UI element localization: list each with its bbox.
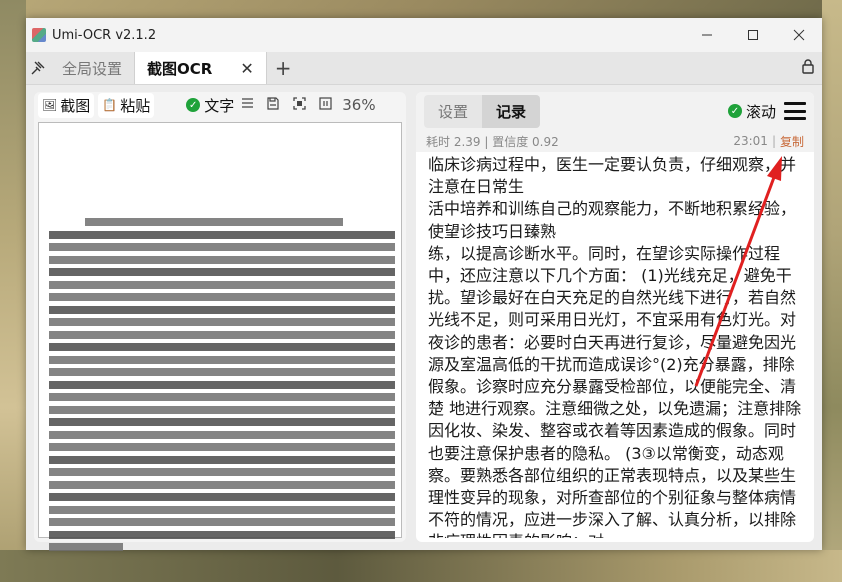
image-toolbar: 🖼 截图 📋 粘贴 ✓ 文字 36% <box>34 92 406 118</box>
app-window: Umi-OCR v2.1.2 全局设置 截图OCR ✕ + 🖼 截图 📋 粘贴 … <box>26 18 822 551</box>
screenshot-button[interactable]: 🖼 截图 <box>38 92 95 118</box>
result-meta: 耗时 2.39 | 置信度 0.92 23:01 | 复制 <box>416 130 814 152</box>
result-time: 23:01 <box>733 134 768 148</box>
image-icon: 🖼 <box>42 98 58 112</box>
paste-label: 粘贴 <box>120 96 151 115</box>
original-size-icon <box>319 96 332 110</box>
close-icon <box>793 29 805 41</box>
scan-text-line <box>49 518 395 526</box>
tab-global-settings[interactable]: 全局设置 <box>50 52 134 84</box>
list-button[interactable] <box>234 97 260 113</box>
scan-text-line <box>49 530 395 539</box>
original-size-button[interactable] <box>312 96 338 114</box>
scan-text-line <box>49 368 395 376</box>
scan-text-line <box>49 393 395 401</box>
screenshot-label: 截图 <box>60 96 91 115</box>
fit-button[interactable] <box>286 96 312 114</box>
scan-text-line <box>49 280 395 289</box>
tab-settings[interactable]: 设置 <box>424 95 482 128</box>
paste-button[interactable]: 📋 粘贴 <box>98 92 155 118</box>
checkbox-checked-icon: ✓ <box>186 98 201 112</box>
scan-text-line <box>49 343 395 351</box>
checkbox-checked-icon: ✓ <box>727 104 742 118</box>
scan-text-line <box>49 355 395 364</box>
list-icon <box>241 98 253 108</box>
panel-tab-switcher: 设置 记录 <box>424 94 541 128</box>
tab-bar: 全局设置 截图OCR ✕ + <box>26 52 822 85</box>
minimize-button[interactable] <box>684 18 730 52</box>
minimize-icon <box>702 34 712 36</box>
scan-text-line <box>49 380 395 389</box>
scan-text-line <box>49 443 395 451</box>
scan-text-line <box>49 430 395 439</box>
scan-text-line <box>49 418 395 426</box>
desktop-background-bottom <box>0 550 842 582</box>
scan-text-line <box>49 455 395 464</box>
scan-text-line <box>49 293 395 301</box>
duration-confidence: 耗时 2.39 | 置信度 0.92 <box>426 134 559 149</box>
tab-label: 全局设置 <box>62 59 123 78</box>
window-controls <box>684 18 822 52</box>
auto-scroll-toggle[interactable]: ✓ 滚动 <box>727 101 776 122</box>
tab-records[interactable]: 记录 <box>482 94 541 128</box>
close-window-button[interactable] <box>776 18 822 52</box>
show-text-label: 文字 <box>204 96 235 115</box>
scan-text-line <box>49 305 395 314</box>
show-text-toggle[interactable]: ✓ 文字 <box>186 95 234 116</box>
auto-scroll-label: 滚动 <box>745 102 776 121</box>
app-title: Umi-OCR v2.1.2 <box>52 27 157 43</box>
save-button[interactable] <box>260 96 286 114</box>
scan-text-line <box>49 330 395 339</box>
clipboard-icon: 📋 <box>102 98 118 112</box>
scan-text-line <box>49 543 123 551</box>
result-panel-header: 设置 记录 ✓ 滚动 <box>416 92 814 130</box>
scan-text-line <box>49 268 395 276</box>
scan-text-line <box>49 493 395 501</box>
image-canvas[interactable] <box>38 122 402 551</box>
ocr-result-text[interactable]: 临床诊病过程中，医生一定要认负责，仔细观察，并注意在日常生 活中培养和训练自己的… <box>416 152 814 538</box>
scan-text-line <box>49 405 395 414</box>
scan-text-line <box>49 230 395 239</box>
separator: | <box>771 134 776 148</box>
desktop-background-left <box>0 0 26 582</box>
image-panel: 🖼 截图 📋 粘贴 ✓ 文字 36% <box>34 92 406 551</box>
pin-icon <box>31 61 45 75</box>
fit-icon <box>293 96 306 110</box>
result-panel: 设置 记录 ✓ 滚动 耗时 2.39 | 置信度 0.92 23:01 | 复制… <box>416 92 814 542</box>
tab-screenshot-ocr[interactable]: 截图OCR ✕ <box>134 52 267 84</box>
tab-label: 截图OCR <box>147 59 213 78</box>
scan-text-line <box>49 480 395 489</box>
scan-text-line <box>49 255 395 264</box>
menu-icon[interactable] <box>784 102 806 120</box>
maximize-button[interactable] <box>730 18 776 52</box>
title-bar[interactable]: Umi-OCR v2.1.2 <box>26 18 822 52</box>
pin-button[interactable] <box>26 52 50 84</box>
maximize-icon <box>748 30 758 40</box>
scan-text-line <box>49 243 395 251</box>
zoom-level: 36% <box>342 96 376 114</box>
tab-close-icon[interactable]: ✕ <box>240 59 253 78</box>
scan-text-line <box>49 505 395 514</box>
desktop-background-right <box>822 0 842 582</box>
lock-icon <box>802 59 814 74</box>
lock-button[interactable] <box>800 58 816 74</box>
add-tab-button[interactable]: + <box>267 52 300 84</box>
save-icon <box>267 96 279 110</box>
scan-text-line <box>49 468 395 476</box>
scan-text-line <box>85 218 343 226</box>
app-logo-icon <box>32 28 46 42</box>
scanned-text-image <box>49 218 401 551</box>
scan-text-line <box>49 318 395 326</box>
copy-link[interactable]: 复制 <box>780 133 804 150</box>
